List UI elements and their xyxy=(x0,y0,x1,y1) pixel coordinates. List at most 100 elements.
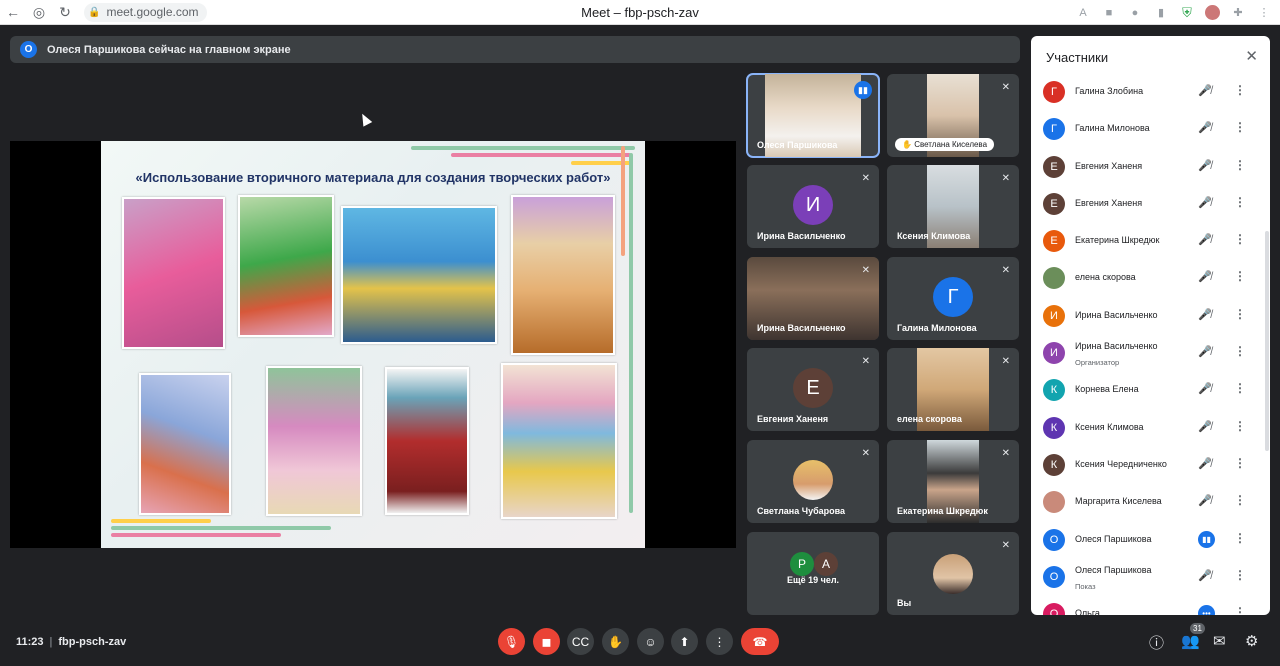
more-options-button[interactable]: ⋮ xyxy=(706,628,733,655)
participant-row[interactable]: Е Евгения Ханеня 🎤̸ ⋮ xyxy=(1031,186,1270,223)
chat-icon[interactable]: ✉ xyxy=(1213,632,1226,650)
mic-off-icon[interactable]: 🎤̸ xyxy=(1198,494,1212,507)
shield-icon[interactable]: ⛨ xyxy=(1179,5,1195,21)
bookmark-icon[interactable]: ▮ xyxy=(1153,5,1169,21)
mic-off-icon[interactable]: 🎤̸ xyxy=(1198,420,1212,433)
participant-tile[interactable]: Г ✕ Галина Милонова xyxy=(887,257,1019,340)
participant-row[interactable]: Г Галина Злобина 🎤̸ ⋮ xyxy=(1031,74,1270,111)
participant-row[interactable]: К Ксения Чередниченко 🎤̸ ⋮ xyxy=(1031,447,1270,484)
more-participants-tile[interactable]: Р А Ещё 19 чел. xyxy=(747,532,879,615)
participant-list: Г Галина Злобина 🎤̸ ⋮ Г Галина Милонова 🎤̸ ⋮ Е Ев… xyxy=(1031,74,1270,615)
more-options-icon[interactable]: ⋮ xyxy=(1234,493,1246,507)
mic-off-icon[interactable]: 🎤̸ xyxy=(1198,196,1212,209)
craft-photo xyxy=(385,367,469,515)
emoji-button[interactable]: ☺ xyxy=(637,628,664,655)
mic-off-icon[interactable]: 🎤̸ xyxy=(1198,308,1212,321)
address-bar[interactable]: 🔒 meet.google.com xyxy=(84,2,207,22)
more-options-icon[interactable]: ⋮ xyxy=(1234,568,1246,582)
profile-icon[interactable]: ◎ xyxy=(26,0,52,25)
url-text: meet.google.com xyxy=(106,5,199,19)
self-tile[interactable]: ✕ Вы xyxy=(887,532,1019,615)
tile-name: Светлана Чубарова xyxy=(757,506,846,516)
avatar: И xyxy=(793,185,833,225)
translate-icon[interactable]: A xyxy=(1075,5,1091,21)
people-icon[interactable]: 👥 xyxy=(1181,632,1200,650)
more-options-icon[interactable]: ⋮ xyxy=(1234,456,1246,470)
participant-row[interactable]: Е Евгения Ханеня 🎤̸ ⋮ xyxy=(1031,149,1270,186)
more-options-icon[interactable]: ⋮ xyxy=(1234,344,1246,358)
mic-off-icon[interactable]: 🎤̸ xyxy=(1198,270,1212,283)
participant-tile[interactable]: ✕ Екатерина Шкредюк xyxy=(887,440,1019,523)
more-options-icon[interactable]: ⋮ xyxy=(1234,232,1246,246)
participant-row[interactable]: Г Галина Милонова 🎤̸ ⋮ xyxy=(1031,111,1270,148)
leave-call-button[interactable]: ☎ xyxy=(741,628,779,655)
craft-photo xyxy=(238,195,334,337)
reload-icon[interactable]: ↻ xyxy=(52,0,78,25)
more-options-icon[interactable]: ⋮ xyxy=(1234,381,1246,395)
participant-row[interactable]: О Олеся Паршикова ▮▮ ⋮ xyxy=(1031,522,1270,559)
extension-icon[interactable] xyxy=(1205,5,1220,20)
mic-off-icon[interactable]: 🎤̸ xyxy=(1198,159,1212,172)
more-options-icon[interactable]: ⋮ xyxy=(1234,83,1246,97)
mic-off-icon[interactable]: 🎤̸ xyxy=(1198,233,1212,246)
mic-off-icon[interactable]: 🎤̸ xyxy=(1198,457,1212,470)
participant-row[interactable]: И Ирина Васильченко 🎤̸ ⋮ xyxy=(1031,298,1270,335)
present-button[interactable]: ⬆ xyxy=(671,628,698,655)
more-options-icon[interactable]: ⋮ xyxy=(1234,605,1246,615)
participant-name: Ольга xyxy=(1075,608,1100,615)
presenter-banner: О Олеся Паршикова сейчас на главном экра… xyxy=(10,36,1020,63)
camera-toggle-button[interactable]: ◼ xyxy=(533,628,560,655)
more-options-icon[interactable]: ⋮ xyxy=(1234,195,1246,209)
menu-dots-icon[interactable]: ⋮ xyxy=(1256,5,1272,21)
mic-toggle-button[interactable]: 🎙 xyxy=(498,628,525,655)
more-options-icon[interactable]: ⋮ xyxy=(1234,531,1246,545)
avatar: К xyxy=(1043,416,1065,439)
participant-row[interactable]: О Олеся Паршикова Показ 🎤̸ ⋮ xyxy=(1031,559,1270,596)
tile-name: Ещё 19 чел. xyxy=(787,575,840,585)
mic-off-icon[interactable]: 🎤̸ xyxy=(1198,84,1212,97)
participants-panel: Участники ✕ Г Галина Злобина 🎤̸ ⋮ Г Галина Ми… xyxy=(1031,36,1270,615)
participant-tile[interactable]: ✕ Ксения Климова xyxy=(887,165,1019,248)
mic-off-icon: ✕ xyxy=(1001,540,1010,551)
camera-icon[interactable]: ■ xyxy=(1101,5,1117,21)
raise-hand-button[interactable]: ✋ xyxy=(602,628,629,655)
participant-row[interactable]: К Ксения Климова 🎤̸ ⋮ xyxy=(1031,410,1270,447)
participant-row[interactable]: Маргарита Киселева 🎤̸ ⋮ xyxy=(1031,484,1270,521)
avatar: К xyxy=(1043,453,1065,476)
participant-tile[interactable]: ✕ ✋ Светлана Киселева xyxy=(887,74,1019,157)
participant-row[interactable]: К Корнева Елена 🎤̸ ⋮ xyxy=(1031,372,1270,409)
avatar: И xyxy=(1043,304,1065,327)
participant-row[interactable]: Е Екатерина Шкредюк 🎤̸ ⋮ xyxy=(1031,223,1270,260)
participant-tile[interactable]: ✕ Ирина Васильченко xyxy=(747,257,879,340)
close-icon[interactable]: ✕ xyxy=(1245,47,1258,65)
tile-name: Ирина Васильченко xyxy=(757,323,846,333)
more-options-icon[interactable]: ⋮ xyxy=(1234,269,1246,283)
participant-tile[interactable]: ✕ елена скорова xyxy=(887,348,1019,431)
mic-icon[interactable]: ● xyxy=(1127,5,1143,21)
participant-row[interactable]: елена скорова 🎤̸ ⋮ xyxy=(1031,260,1270,297)
participant-tile[interactable]: И ✕ Ирина Васильченко xyxy=(747,165,879,248)
participant-row[interactable]: И Ирина Васильченко Организатор 🎤̸ ⋮ xyxy=(1031,335,1270,372)
more-options-icon[interactable]: ⋮ xyxy=(1234,419,1246,433)
info-icon[interactable]: ⓘ xyxy=(1149,632,1164,653)
participant-row[interactable]: О Ольга ••• ⋮ xyxy=(1031,596,1270,615)
participant-tile[interactable]: ▮▮ Олеся Паршикова xyxy=(746,73,880,158)
participant-tile[interactable]: ✕ Светлана Чубарова xyxy=(747,440,879,523)
participant-name: Галина Злобина xyxy=(1075,86,1144,96)
mic-off-icon[interactable]: 🎤̸ xyxy=(1198,382,1212,395)
captions-button[interactable]: CC xyxy=(567,628,594,655)
participant-name: Ирина Васильченко xyxy=(1075,309,1158,320)
puzzle-icon[interactable]: ✚ xyxy=(1230,5,1246,21)
activities-icon[interactable]: ⚙ xyxy=(1245,632,1258,650)
participant-name: елена скорова xyxy=(1075,272,1136,283)
more-options-icon[interactable]: ⋮ xyxy=(1234,158,1246,172)
participant-tile[interactable]: Е ✕ Евгения Ханеня xyxy=(747,348,879,431)
more-options-icon[interactable]: ⋮ xyxy=(1234,307,1246,321)
scrollbar[interactable] xyxy=(1265,231,1269,451)
mic-off-icon[interactable]: 🎤̸ xyxy=(1198,345,1212,358)
mic-off-icon[interactable]: 🎤̸ xyxy=(1198,569,1212,582)
mic-off-icon[interactable]: 🎤̸ xyxy=(1198,121,1212,134)
mic-off-icon: ✕ xyxy=(861,173,870,184)
back-icon[interactable]: ← xyxy=(0,0,26,25)
more-options-icon[interactable]: ⋮ xyxy=(1234,120,1246,134)
